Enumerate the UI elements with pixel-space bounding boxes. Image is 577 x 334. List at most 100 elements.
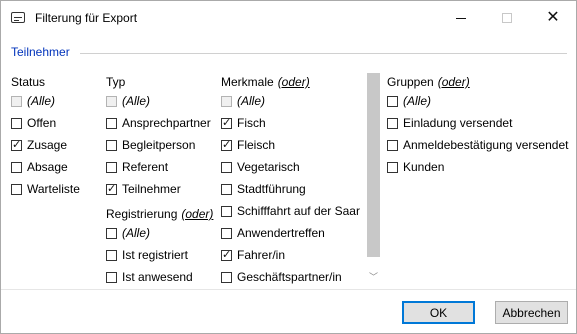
merkmale-option[interactable]: Anwendertreffen [221, 225, 325, 241]
typ-option[interactable]: Teilnehmer [106, 181, 181, 197]
maximize-button [484, 1, 530, 35]
registrierung-option-label: (Alle) [122, 226, 151, 240]
checkbox[interactable] [106, 161, 117, 173]
checkbox[interactable] [221, 205, 232, 217]
merkmale-option-label: Stadtführung [237, 182, 306, 196]
registrierung-oder-link[interactable]: (oder) [181, 207, 213, 221]
merkmale-scrollbar[interactable]: ﹀ [367, 71, 380, 287]
merkmale-option[interactable]: Fahrer/in [221, 247, 285, 263]
maximize-icon [502, 13, 512, 23]
registrierung-header: Registrierung (oder) [106, 207, 214, 221]
merkmale-option-label: Anwendertreffen [237, 226, 325, 240]
merkmale-option-label: Geschäftspartner/in [237, 270, 342, 284]
footer-divider [1, 289, 576, 290]
minimize-button[interactable] [438, 1, 484, 35]
checkbox-checked[interactable] [221, 138, 232, 151]
app-icon [11, 12, 25, 23]
checkbox [221, 95, 232, 107]
gruppen-option[interactable]: (Alle) [387, 93, 431, 109]
registrierung-option[interactable]: Ist registriert [106, 247, 188, 263]
window-title: Filterung für Export [35, 11, 138, 25]
gruppen-header: Gruppen (oder) [387, 75, 470, 89]
checkbox-checked[interactable] [221, 116, 232, 129]
status-option[interactable]: Warteliste [11, 181, 80, 197]
gruppen-option-label: (Alle) [403, 94, 432, 108]
typ-option[interactable]: Referent [106, 159, 168, 175]
status-option[interactable]: Zusage [11, 137, 67, 153]
checkbox[interactable] [106, 139, 117, 151]
gruppen-option[interactable]: Einladung versendet [387, 115, 512, 131]
typ-option-label: Ansprechpartner [122, 116, 211, 130]
gruppen-option[interactable]: Kunden [387, 159, 444, 175]
checkbox [106, 95, 117, 107]
export-filter-dialog: Filterung für Export ✕ Teilnehmer Status… [0, 0, 577, 334]
status-option[interactable]: Offen [11, 115, 56, 131]
merkmale-option[interactable]: Vegetarisch [221, 159, 300, 175]
registrierung-option-label: Ist registriert [122, 248, 189, 262]
status-option-label: (Alle) [27, 94, 56, 108]
group-divider [80, 53, 567, 54]
checkbox[interactable] [11, 117, 22, 129]
registrierung-option-label: Ist anwesend [122, 270, 193, 284]
checkbox[interactable] [221, 183, 232, 195]
gruppen-oder-link[interactable]: (oder) [438, 75, 470, 89]
chevron-down-icon[interactable]: ﹀ [367, 270, 380, 284]
merkmale-option-label: Vegetarisch [237, 160, 300, 174]
typ-option: (Alle) [106, 93, 150, 109]
checkbox[interactable] [11, 183, 22, 195]
merkmale-option[interactable]: Fleisch [221, 137, 275, 153]
scroll-thumb[interactable] [367, 73, 380, 257]
merkmale-option-label: Fahrer/in [237, 248, 286, 262]
checkbox[interactable] [387, 95, 398, 107]
merkmale-option[interactable]: Stadtführung [221, 181, 306, 197]
merkmale-option[interactable]: Fisch [221, 115, 266, 131]
typ-option-label: Referent [122, 160, 169, 174]
gruppen-option-label: Einladung versendet [403, 116, 513, 130]
checkbox[interactable] [387, 139, 398, 151]
checkbox[interactable] [387, 161, 398, 173]
checkbox[interactable] [221, 227, 232, 239]
checkbox[interactable] [106, 227, 117, 239]
typ-option-label: Teilnehmer [122, 182, 181, 196]
merkmale-option-label: Schifffahrt auf der Saar [237, 204, 360, 218]
checkbox[interactable] [387, 117, 398, 129]
typ-option-label: Begleitperson [122, 138, 196, 152]
close-button[interactable]: ✕ [530, 1, 576, 35]
checkbox-checked[interactable] [221, 248, 232, 261]
checkbox-checked[interactable] [11, 138, 22, 151]
status-option: (Alle) [11, 93, 55, 109]
merkmale-oder-link[interactable]: (oder) [278, 75, 310, 89]
merkmale-option-label: (Alle) [237, 94, 266, 108]
gruppen-option-label: Anmeldebestätigung versendet [403, 138, 569, 152]
status-option-label: Offen [27, 116, 57, 130]
typ-option[interactable]: Begleitperson [106, 137, 195, 153]
close-icon: ✕ [546, 9, 560, 26]
status-option-label: Absage [27, 160, 68, 174]
cancel-button[interactable]: Abbrechen [495, 301, 568, 324]
checkbox[interactable] [106, 117, 117, 129]
typ-header: Typ [106, 75, 126, 89]
merkmale-option[interactable]: Geschäftspartner/in [221, 269, 342, 285]
checkbox-checked[interactable] [106, 182, 117, 195]
registrierung-option[interactable]: (Alle) [106, 225, 150, 241]
checkbox[interactable] [221, 271, 232, 283]
gruppen-option-label: Kunden [403, 160, 445, 174]
merkmale-option[interactable]: Schifffahrt auf der Saar [221, 203, 360, 219]
typ-option-label: (Alle) [122, 94, 151, 108]
ok-button[interactable]: OK [402, 301, 475, 324]
checkbox[interactable] [106, 249, 117, 261]
checkbox[interactable] [106, 271, 117, 283]
status-header: Status [11, 75, 46, 89]
checkbox[interactable] [11, 161, 22, 173]
merkmale-option: (Alle) [221, 93, 265, 109]
merkmale-option-label: Fleisch [237, 138, 276, 152]
minimize-icon [456, 17, 466, 19]
registrierung-option[interactable]: Ist anwesend [106, 269, 193, 285]
status-option-label: Warteliste [27, 182, 80, 196]
group-title: Teilnehmer [11, 45, 70, 59]
title-bar: Filterung für Export ✕ [1, 1, 576, 35]
checkbox[interactable] [221, 161, 232, 173]
gruppen-option[interactable]: Anmeldebestätigung versendet [387, 137, 568, 153]
typ-option[interactable]: Ansprechpartner [106, 115, 211, 131]
status-option[interactable]: Absage [11, 159, 68, 175]
